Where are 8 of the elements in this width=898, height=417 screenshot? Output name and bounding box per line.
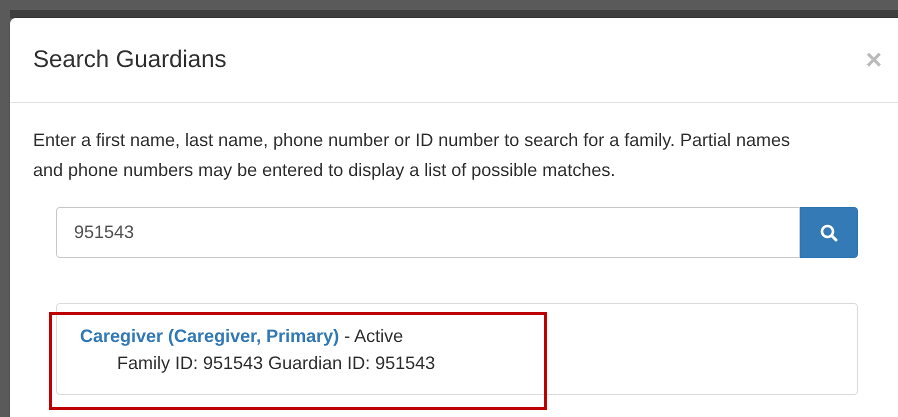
- instructions-text: Enter a first name, last name, phone number or ID number to search for a family. Partial names and phone numbers may be entered to display a list of possible matches.: [33, 129, 792, 182]
- search-field[interactable]: 951543: [56, 207, 800, 258]
- guardian-details: Family ID: 951543 Guardian ID: 951543: [116, 352, 436, 375]
- status-text: - Active: [344, 326, 404, 346]
- modal-title: Search Guardians: [33, 45, 226, 75]
- search-icon: [820, 224, 838, 242]
- guardian-link[interactable]: Caregiver (Caregiver, Primary): [80, 326, 340, 346]
- search-button[interactable]: [800, 207, 858, 258]
